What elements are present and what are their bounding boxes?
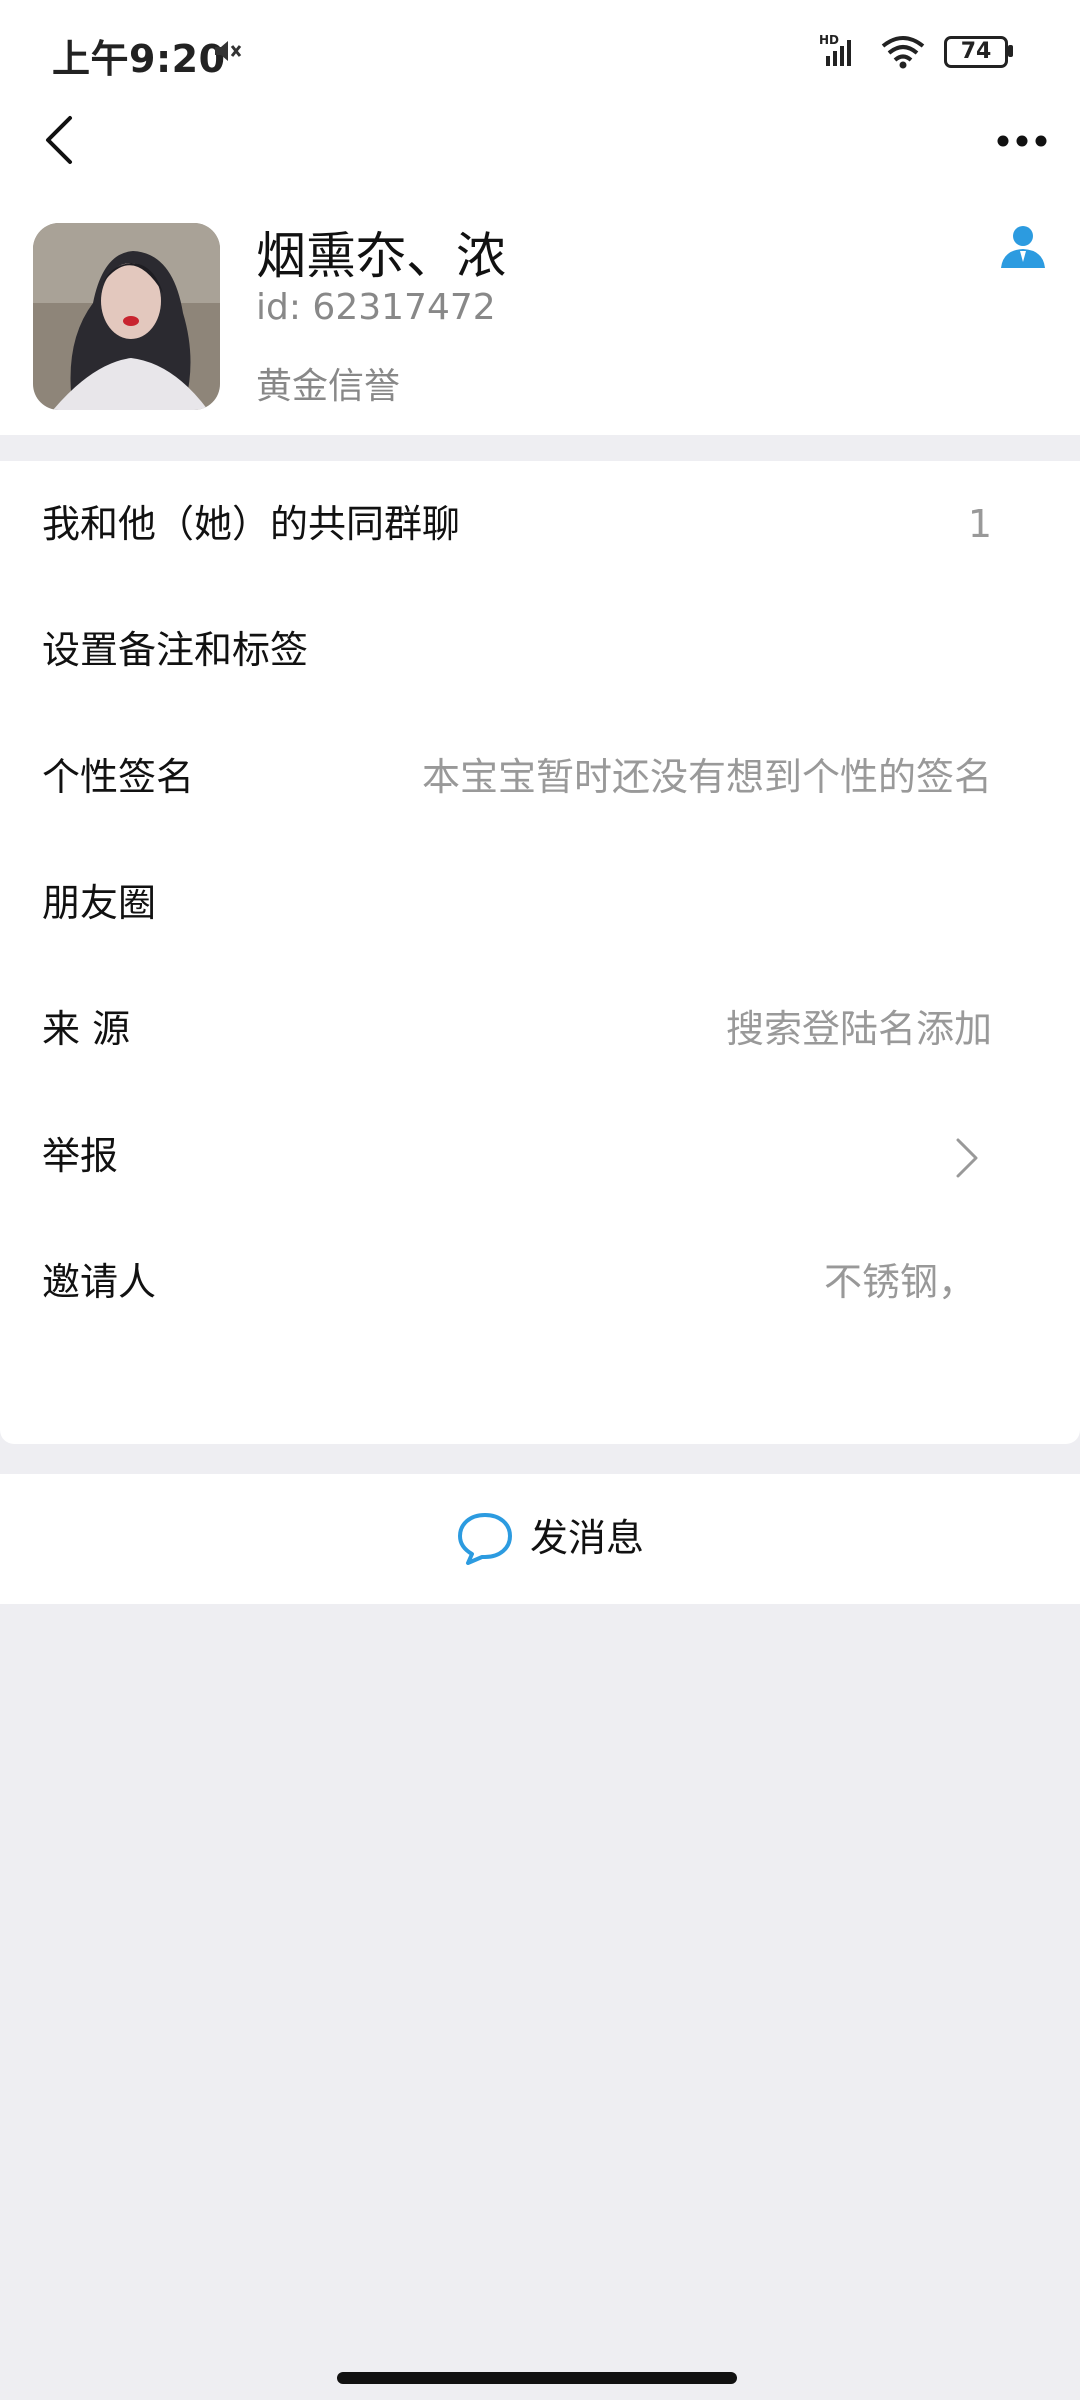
network-type-label: HD (819, 33, 839, 47)
row-value: 搜索登陆名添加 (725, 1007, 992, 1051)
row-inviter: 邀请人 不锈钢， (0, 1219, 1080, 1345)
row-signature: 个性签名 本宝宝暂时还没有想到个性的签名 (0, 714, 1080, 840)
row-label: 举报 (42, 1134, 119, 1178)
more-horizontal-icon[interactable] (996, 126, 1048, 156)
signal-icon: HD (819, 33, 851, 66)
row-source: 来 源 搜索登陆名添加 (0, 966, 1080, 1092)
nav-bar (0, 100, 1080, 210)
profile-id: id: 62317472 (256, 287, 496, 328)
home-indicator[interactable] (337, 2372, 737, 2384)
credit-level: 黄金信誉 (256, 366, 401, 407)
chevron-left-icon[interactable] (40, 110, 80, 170)
row-value: 本宝宝暂时还没有想到个性的签名 (421, 755, 992, 799)
row-label: 朋友圈 (42, 881, 157, 925)
chat-bubble-icon (458, 1513, 512, 1565)
section-divider (0, 435, 1080, 461)
status-bar: 上午9:20 HD 74 (0, 0, 1080, 100)
info-card: 我和他（她）的共同群聊 1 设置备注和标签 个性签名 本宝宝暂时还没有想到个性的… (0, 461, 1080, 1444)
row-label: 我和他（她）的共同群聊 (42, 502, 461, 546)
row-report[interactable]: 举报 (0, 1093, 1080, 1219)
section-divider (0, 1444, 1080, 1474)
person-icon[interactable] (998, 222, 1048, 272)
row-value: 不锈钢， (823, 1260, 976, 1304)
row-value: 1 (967, 502, 992, 546)
battery-indicator: 74 (944, 36, 1013, 68)
row-moments[interactable]: 朋友圈 (0, 840, 1080, 966)
row-label: 来 源 (42, 1007, 131, 1051)
row-common-groups[interactable]: 我和他（她）的共同群聊 1 (0, 461, 1080, 587)
mute-icon (215, 41, 242, 61)
row-label: 邀请人 (42, 1260, 157, 1304)
row-remark-tags[interactable]: 设置备注和标签 (0, 587, 1080, 713)
row-label: 个性签名 (42, 755, 195, 799)
status-time: 上午9:20 (52, 37, 226, 81)
avatar[interactable] (33, 223, 220, 410)
row-label: 设置备注和标签 (42, 628, 309, 672)
send-message-label: 发消息 (530, 1516, 645, 1560)
profile-name: 烟熏夵、浓 (256, 227, 506, 285)
wifi-icon (881, 36, 925, 69)
chevron-right-icon (956, 1138, 978, 1178)
battery-level: 74 (960, 39, 992, 64)
